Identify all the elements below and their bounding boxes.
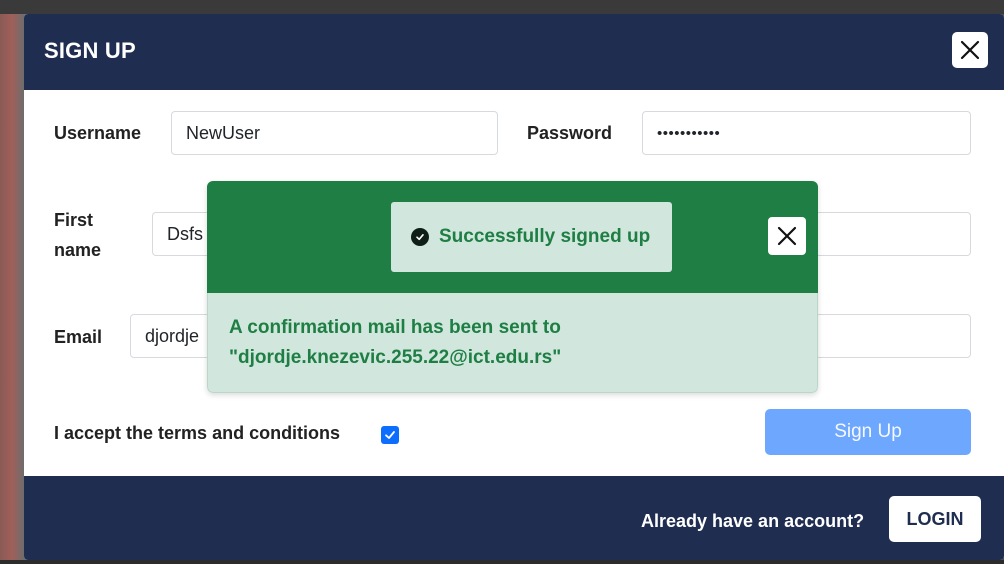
email-label: Email — [54, 327, 103, 347]
toast-header: Successfully signed up — [207, 181, 818, 293]
toast-body: A confirmation mail has been sent to "dj… — [207, 293, 818, 393]
first-name-label-line2: name — [54, 240, 102, 260]
first-name-label-line1: First — [54, 210, 94, 230]
backdrop-bottom-band — [0, 560, 1004, 564]
toast-message-line2: "djordje.knezevic.255.22@ict.edu.rs" — [229, 347, 562, 368]
password-input[interactable]: ••••••••••• — [642, 111, 971, 155]
username-input[interactable]: NewUser — [171, 111, 498, 155]
toast-message-line1: A confirmation mail has been sent to — [229, 317, 561, 338]
login-prompt: Already have an account? — [641, 511, 865, 531]
toast-title: Successfully signed up — [439, 226, 651, 247]
password-label: Password — [527, 123, 613, 143]
modal-close-button[interactable] — [952, 32, 988, 68]
modal-title: SIGN UP — [44, 38, 136, 63]
modal-footer: Already have an account? LOGIN — [24, 476, 1004, 560]
terms-checkbox[interactable] — [381, 426, 399, 444]
check-circle-icon — [411, 228, 429, 246]
backdrop-top-band — [0, 0, 1004, 14]
toast-title-box: Successfully signed up — [391, 202, 672, 272]
success-toast: Successfully signed up A confirmation ma… — [207, 181, 818, 393]
toast-close-button[interactable] — [768, 217, 806, 255]
sign-up-button[interactable]: Sign Up — [765, 409, 971, 455]
username-label: Username — [54, 123, 142, 143]
close-icon — [777, 226, 797, 246]
login-button[interactable]: LOGIN — [889, 496, 981, 542]
close-icon — [960, 40, 980, 60]
modal-header: SIGN UP — [24, 14, 1004, 90]
terms-label: I accept the terms and conditions — [54, 423, 341, 443]
checkmark-icon — [385, 431, 395, 439]
